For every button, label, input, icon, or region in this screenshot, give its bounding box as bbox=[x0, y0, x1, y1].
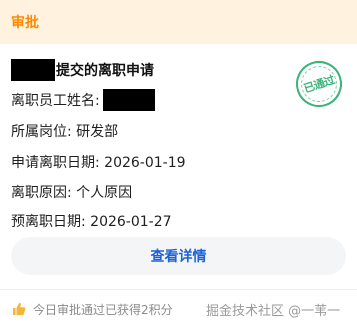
watermark-text: 掘金技术社区 @一苇一 bbox=[206, 303, 341, 319]
apply-date-field: 申请离职日期: 2026-01-19 bbox=[11, 155, 186, 171]
application-title: 提交的离职申请 bbox=[11, 59, 154, 81]
employee-name-label: 离职员工姓名: bbox=[11, 93, 100, 109]
reason-field: 离职原因: 个人原因 bbox=[11, 185, 133, 201]
position-field: 所属岗位: 研发部 bbox=[11, 124, 119, 140]
redacted-applicant-name bbox=[11, 59, 55, 81]
planned-date-field: 预离职日期: 2026-01-27 bbox=[11, 214, 172, 230]
view-details-label: 查看详情 bbox=[150, 249, 207, 265]
redacted-employee-name bbox=[102, 89, 155, 111]
employee-name-field: 离职员工姓名: bbox=[11, 89, 155, 111]
approval-header: 审批 bbox=[0, 0, 357, 44]
points-notice-text: 今日审批通过已获得2积分 bbox=[33, 302, 173, 317]
application-title-text: 提交的离职申请 bbox=[56, 63, 154, 79]
watermark: 掘金技术社区 @一苇一 bbox=[206, 300, 341, 319]
footer-divider bbox=[0, 289, 357, 290]
view-details-button[interactable]: 查看详情 bbox=[11, 237, 346, 275]
header-title: 审批 bbox=[11, 15, 39, 31]
thumbs-up-icon bbox=[11, 301, 27, 317]
approved-stamp: 已通过 bbox=[290, 55, 348, 113]
points-notice: 今日审批通过已获得2积分 bbox=[11, 300, 173, 318]
